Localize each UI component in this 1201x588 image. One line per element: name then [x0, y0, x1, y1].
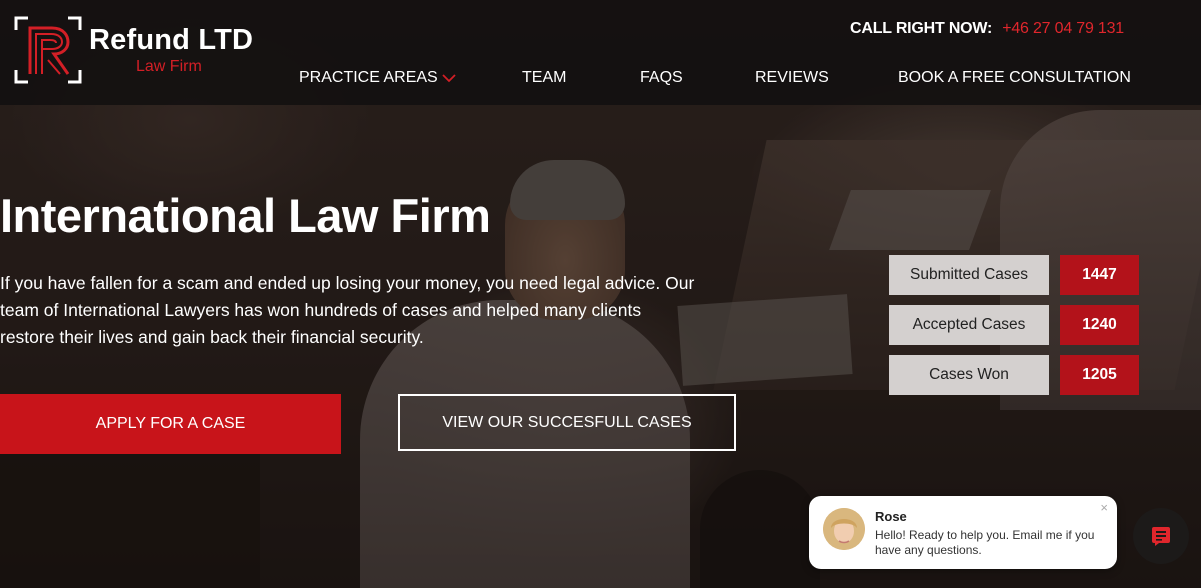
brand-name: Refund LTD — [89, 24, 254, 56]
nav-item-book-consultation[interactable]: BOOK A FREE CONSULTATION — [898, 69, 1131, 87]
nav-item-label: PRACTICE AREAS — [299, 69, 438, 86]
agent-photo-icon — [823, 508, 865, 550]
agent-name: Rose — [875, 509, 907, 524]
nav-item-label: TEAM — [522, 69, 567, 86]
call-now: CALL RIGHT NOW: +46 27 04 79 131 — [850, 20, 1124, 38]
agent-avatar — [823, 508, 865, 550]
stat-value: 1240 — [1060, 305, 1139, 345]
nav-item-practice-areas[interactable]: PRACTICE AREAS — [299, 69, 456, 87]
nav-item-label: BOOK A FREE CONSULTATION — [898, 69, 1131, 86]
stat-value: 1205 — [1060, 355, 1139, 395]
chat-launcher-button[interactable] — [1133, 508, 1189, 564]
site-header: Refund LTD Law Firm CALL RIGHT NOW: +46 2… — [0, 0, 1201, 105]
chat-greeting-popup[interactable]: Rose Hello! Ready to help you. Email me … — [809, 496, 1117, 569]
phone-number-link[interactable]: +46 27 04 79 131 — [1002, 20, 1124, 37]
hero-description: If you have fallen for a scam and ended … — [0, 273, 695, 347]
stat-label: Accepted Cases — [889, 305, 1049, 345]
stat-row-submitted: Submitted Cases 1447 — [889, 255, 1139, 295]
main-nav: PRACTICE AREAS TEAM FAQS REVIEWS BOOK A … — [0, 69, 1201, 89]
stat-row-won: Cases Won 1205 — [889, 355, 1139, 395]
hero-title: International Law Firm — [0, 189, 491, 242]
nav-item-faqs[interactable]: FAQS — [640, 69, 683, 87]
view-successful-cases-button[interactable]: VIEW OUR SUCCESFULL CASES — [398, 394, 736, 451]
stat-label: Cases Won — [889, 355, 1049, 395]
apply-for-case-button[interactable]: APPLY FOR A CASE — [0, 394, 341, 454]
chevron-down-icon — [442, 74, 456, 83]
chat-icon — [1152, 527, 1170, 546]
chat-message: Hello! Ready to help you. Email me if yo… — [875, 528, 1095, 557]
stat-label: Submitted Cases — [889, 255, 1049, 295]
stat-value: 1447 — [1060, 255, 1139, 295]
nav-item-reviews[interactable]: REVIEWS — [755, 69, 829, 87]
nav-item-label: REVIEWS — [755, 69, 829, 86]
nav-item-team[interactable]: TEAM — [522, 69, 566, 87]
close-icon[interactable]: × — [1100, 501, 1108, 514]
nav-item-label: FAQS — [640, 69, 683, 86]
call-label: CALL RIGHT NOW: — [850, 20, 993, 37]
stat-row-accepted: Accepted Cases 1240 — [889, 305, 1139, 345]
